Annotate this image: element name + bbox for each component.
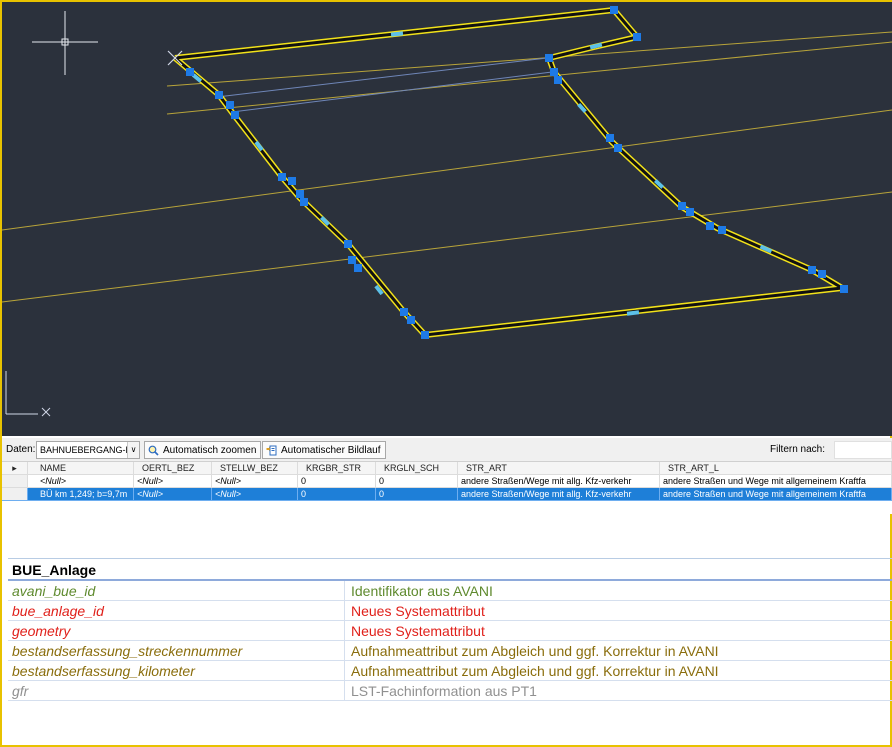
table-cell[interactable]: 0 (298, 488, 376, 501)
table-cell[interactable]: <Null> (134, 475, 212, 488)
row-selector[interactable] (2, 488, 28, 501)
attribute-key: bestandserfassung_streckennummer (12, 643, 243, 659)
column-header[interactable]: STELLW_BEZ (212, 462, 298, 475)
data-label: Daten: (6, 444, 36, 455)
table-cell[interactable]: <Null> (134, 488, 212, 501)
table-title: BUE_Anlage (8, 558, 892, 581)
column-divider (344, 661, 345, 681)
ucs-axis-icon (5, 371, 51, 417)
table-cell[interactable]: <Null> (212, 475, 298, 488)
column-divider (344, 601, 345, 621)
column-divider (344, 641, 345, 661)
attribute-value: LST-Fachinformation aus PT1 (351, 683, 537, 699)
row-selector[interactable] (2, 475, 28, 488)
attribute-value: Aufnahmeattribut zum Abgleich und ggf. K… (351, 663, 719, 679)
attribute-row: gfr LST-Fachinformation aus PT1 (8, 681, 892, 701)
selected-polygon[interactable] (173, 7, 845, 338)
table-cell[interactable]: andere Straßen und Wege mit allgemeinem … (660, 475, 892, 488)
attribute-value: Neues Systemattribut (351, 623, 485, 639)
guide-lines (2, 31, 892, 303)
table-cell[interactable]: 0 (376, 488, 458, 501)
auto-zoom-button[interactable]: Automatisch zoomen (144, 441, 262, 459)
crosshair-cursor-icon (32, 11, 98, 75)
column-header[interactable]: STR_ART_L (660, 462, 892, 475)
guide-line (2, 109, 892, 231)
highlight-line (216, 57, 548, 98)
attribute-value: Aufnahmeattribut zum Abgleich und ggf. K… (351, 643, 719, 659)
table-cell[interactable]: andere Straßen/Wege mit allg. Kfz-verkeh… (458, 488, 660, 501)
column-header[interactable]: NAME (28, 462, 134, 475)
attribute-key: geometry (12, 623, 71, 639)
auto-scroll-icon (266, 445, 277, 456)
filter-label: Filtern nach: (770, 444, 826, 455)
grid-header-row: ▸ NAME OERTL_BEZ STELLW_BEZ KRGBR_STR KR… (2, 462, 892, 475)
table-cell[interactable]: BÜ km 1,249; b=9,7m (28, 488, 134, 501)
table-cell[interactable]: 0 (298, 475, 376, 488)
attribute-description-table: BUE_Anlage avani_bue_id Identifikator au… (8, 558, 892, 701)
cad-viewport[interactable] (2, 2, 892, 436)
attribute-row: avani_bue_id Identifikator aus AVANI (8, 581, 892, 601)
table-cell[interactable]: andere Straßen und Wege mit allgemeinem … (660, 488, 892, 501)
attribute-grid[interactable]: ▸ NAME OERTL_BEZ STELLW_BEZ KRGBR_STR KR… (2, 462, 892, 514)
zoom-icon (148, 445, 159, 456)
column-header[interactable]: STR_ART (458, 462, 660, 475)
auto-zoom-label: Automatisch zoomen (163, 445, 257, 456)
table-cell[interactable]: <Null> (212, 488, 298, 501)
auto-scroll-label: Automatischer Bildlauf (281, 445, 381, 456)
attribute-row: bestandserfassung_streckennummer Aufnahm… (8, 641, 892, 661)
cad-drawing[interactable] (2, 2, 892, 436)
attribute-row: bestandserfassung_kilometer Aufnahmeattr… (8, 661, 892, 681)
table-cell[interactable]: andere Straßen/Wege mit allg. Kfz-verkeh… (458, 475, 660, 488)
attribute-toolbar: Daten: BAHNUEBERGANG-lin ∨ Automatisch z… (2, 438, 892, 462)
data-source-value: BAHNUEBERGANG-lin (40, 445, 135, 455)
attribute-row: geometry Neues Systemattribut (8, 621, 892, 641)
chevron-down-icon[interactable]: ∨ (127, 442, 139, 458)
column-header[interactable]: OERTL_BEZ (134, 462, 212, 475)
attribute-key: avani_bue_id (12, 583, 96, 599)
attribute-key: bestandserfassung_kilometer (12, 663, 195, 679)
filter-input[interactable] (834, 441, 892, 459)
attribute-key: gfr (12, 683, 29, 699)
column-header[interactable]: KRGLN_SCH (376, 462, 458, 475)
column-header[interactable]: KRGBR_STR (298, 462, 376, 475)
column-divider (344, 581, 345, 601)
data-source-dropdown[interactable]: BAHNUEBERGANG-lin ∨ (36, 441, 140, 459)
table-cell[interactable]: <Null> (28, 475, 134, 488)
auto-scroll-button[interactable]: Automatischer Bildlauf (262, 441, 386, 459)
column-divider (344, 681, 345, 701)
table-row-selected[interactable]: BÜ km 1,249; b=9,7m <Null> <Null> 0 0 an… (2, 488, 892, 501)
attribute-row: bue_anlage_id Neues Systemattribut (8, 601, 892, 621)
attribute-value: Neues Systemattribut (351, 603, 485, 619)
column-divider (344, 621, 345, 641)
attribute-key: bue_anlage_id (12, 603, 104, 619)
attribute-value: Identifikator aus AVANI (351, 583, 493, 599)
table-cell[interactable]: 0 (376, 475, 458, 488)
row-selector-header[interactable]: ▸ (2, 462, 28, 475)
table-row[interactable]: <Null> <Null> <Null> 0 0 andere Straßen/… (2, 475, 892, 488)
